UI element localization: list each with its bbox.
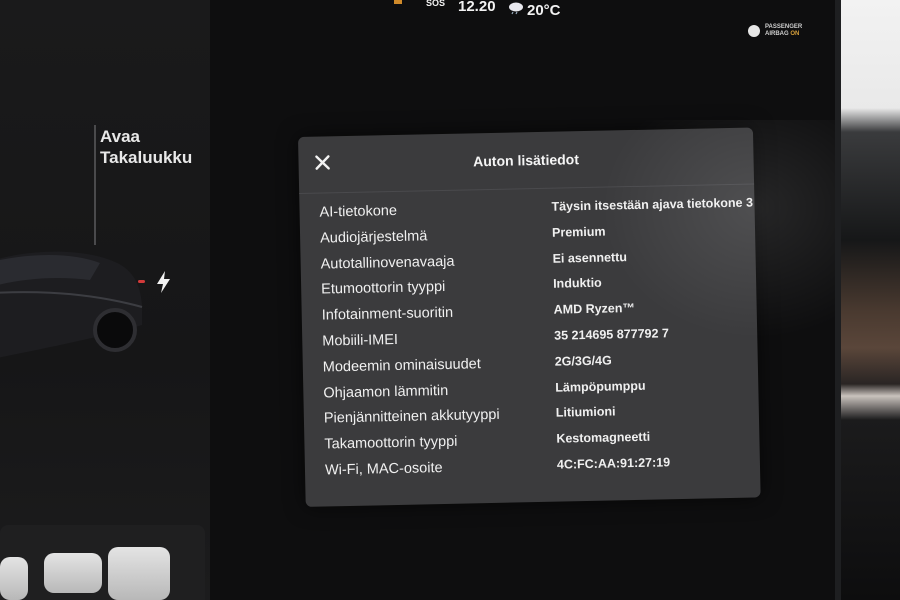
detail-value: Lämpöpumppu [555,378,646,395]
photo-scene: SOS 12.20 20°C PASSENGER AIRBAG ON Avaa … [0,0,900,600]
detail-value: 2G/3G/4G [554,353,612,369]
detail-value: 35 214695 877792 7 [554,326,670,343]
status-indicator-icon [394,0,402,4]
details-list: AI-tietokone Täysin itsestään ajava tieto… [319,195,753,488]
dialog-header: Auton lisätiedot [298,127,755,194]
detail-label: Infotainment-suoritin [321,304,454,324]
detail-label: Mobiili-IMEI [322,331,399,350]
trunk-divider [94,125,96,245]
background-menu-item [565,52,569,67]
seat-icon[interactable] [108,547,170,600]
touchscreen: SOS 12.20 20°C PASSENGER AIRBAG ON Avaa … [0,0,841,600]
seat-heater-controls [0,525,205,600]
detail-label: AI-tietokone [319,202,398,221]
detail-label: Audiojärjestelmä [319,228,428,247]
detail-label: Ohjaamon lämmitin [323,382,449,402]
detail-value: Kestomagneetti [556,429,651,446]
airbag-state: ON [790,31,800,37]
open-trunk-button[interactable]: Avaa Takaluukku [100,126,192,168]
seat-icon[interactable] [0,557,28,600]
detail-value: Ei asennettu [552,249,628,266]
detail-value: Litiumioni [555,404,616,421]
trunk-label-line1: Avaa [100,127,141,146]
clock: 12.20 [458,0,496,15]
detail-value: Täysin itsestään ajava tietokone 3 [551,195,754,214]
outside-temperature: 20°C [527,2,561,19]
detail-label: Wi-Fi, MAC-osoite [324,460,443,479]
seat-icon[interactable] [44,553,102,593]
detail-value: AMD Ryzen™ [553,301,636,317]
airbag-icon [748,25,760,37]
detail-value: Premium [551,224,606,240]
detail-label: Pienjännitteinen akkutyyppi [323,407,500,427]
dialog-title: Auton lisätiedot [472,151,580,170]
sos-indicator: SOS [426,0,446,8]
airbag-line1: PASSENGER [765,24,803,30]
lightning-icon[interactable] [154,270,174,294]
vehicle-details-dialog: Auton lisätiedot AI-tietokone Täysin itse… [298,127,761,507]
trunk-label-line2: Takaluukku [100,148,193,167]
charge-port-indicator [138,280,145,283]
cloud-rain-icon [509,2,523,15]
detail-label: Takamoottorin tyyppi [324,433,458,453]
vehicle-panel: Avaa Takaluukku [0,0,210,600]
detail-label: Autotallinovenavaaja [320,253,455,273]
detail-label: Modeemin ominaisuudet [322,356,481,376]
detail-value: 4C:FC:AA:91:27:19 [556,455,671,472]
detail-label: Etumoottorin tyyppi [321,279,446,298]
detail-value: Induktio [552,276,602,292]
car-illustration [0,251,143,358]
airbag-line2-prefix: AIRBAG [765,31,789,37]
